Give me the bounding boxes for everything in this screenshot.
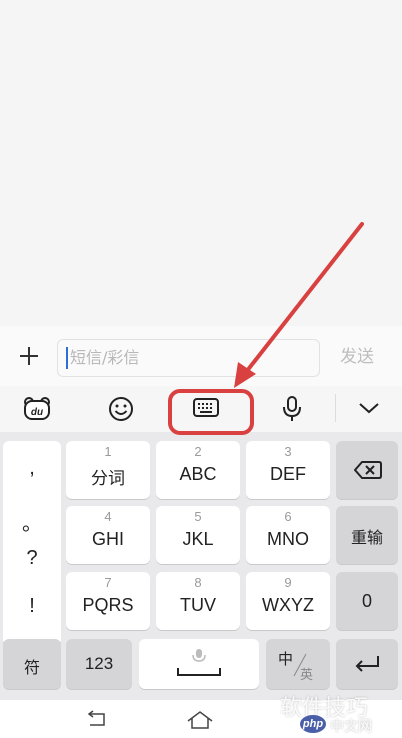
lang-cn-label: 中 (278, 650, 294, 668)
key-9[interactable]: 9 WXYZ (246, 572, 330, 630)
retype-label: 重输 (350, 528, 383, 547)
enter-icon (355, 656, 379, 672)
microphone-icon[interactable] (282, 396, 302, 422)
key-label: DEF (270, 464, 306, 484)
text-caret (66, 347, 68, 369)
key-1[interactable]: 1 分词 (66, 441, 150, 499)
backspace-key[interactable] (336, 441, 398, 499)
baidu-bear-icon[interactable]: du (22, 396, 52, 422)
key-number: 2 (194, 444, 202, 459)
key-number: 7 (104, 575, 112, 590)
punct-period[interactable]: 。 (3, 507, 61, 536)
message-thread-area (0, 0, 402, 326)
lang-en-label: 英 (300, 668, 314, 683)
enter-key[interactable] (336, 639, 398, 689)
number-mode-label: 123 (84, 654, 114, 673)
space-mic-icon (192, 649, 206, 662)
key-number: 9 (284, 575, 292, 590)
key-5[interactable]: 5 JKL (156, 506, 240, 564)
punct-exclaim[interactable]: ! (3, 595, 61, 618)
number-mode-key[interactable]: 123 (66, 639, 132, 689)
zero-label: 0 (361, 591, 372, 611)
punct-question[interactable]: ? (3, 547, 61, 570)
home-nav-icon[interactable] (186, 710, 214, 730)
send-button[interactable]: 发送 (340, 344, 374, 370)
space-key[interactable] (139, 639, 259, 689)
key-3[interactable]: 3 DEF (246, 441, 330, 499)
sms-input-placeholder: 短信/彩信 (70, 348, 140, 367)
watermark-site: 中文网 (330, 719, 372, 735)
collapse-chevron-icon[interactable] (358, 401, 380, 415)
key-label: TUV (180, 595, 216, 615)
svg-text:du: du (31, 407, 43, 418)
key-7[interactable]: 7 PQRS (66, 572, 150, 630)
punct-comma[interactable]: , (3, 457, 61, 480)
key-label: PQRS (82, 595, 134, 615)
key-0[interactable]: 0 (336, 572, 398, 630)
key-number: 6 (284, 509, 292, 524)
attach-plus-button[interactable] (14, 341, 44, 371)
emoji-icon[interactable] (108, 396, 134, 422)
symbol-label: 符 (23, 658, 40, 677)
backspace-icon (354, 461, 382, 479)
key-label: WXYZ (262, 595, 314, 615)
retype-key[interactable]: 重输 (336, 506, 398, 564)
back-nav-icon[interactable] (84, 710, 108, 728)
language-switch-key[interactable]: 中 英 (266, 639, 330, 689)
key-2[interactable]: 2 ABC (156, 441, 240, 499)
key-label: JKL (182, 529, 214, 549)
key-label: GHI (91, 529, 124, 549)
key-6[interactable]: 6 MNO (246, 506, 330, 564)
key-label: ABC (179, 464, 217, 484)
key-number: 1 (104, 444, 112, 459)
key-label: 分词 (91, 469, 125, 489)
key-number: 4 (104, 509, 112, 524)
keyboard-icon[interactable] (193, 398, 219, 418)
key-8[interactable]: 8 TUV (156, 572, 240, 630)
key-4[interactable]: 4 GHI (66, 506, 150, 564)
toolbar-separator (335, 394, 336, 422)
symbol-key[interactable]: 符 (3, 639, 61, 689)
space-bar-icon (177, 668, 221, 676)
key-number: 3 (284, 444, 292, 459)
key-number: 5 (194, 509, 202, 524)
key-number: 8 (194, 575, 202, 590)
key-label: MNO (267, 529, 309, 549)
watermark-logo: php (300, 715, 326, 733)
